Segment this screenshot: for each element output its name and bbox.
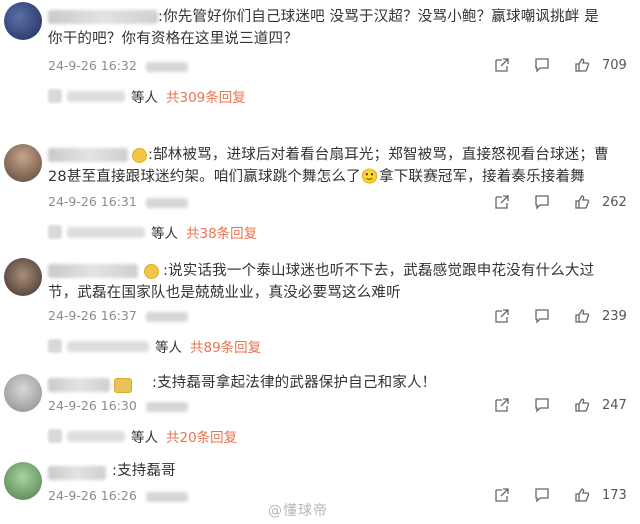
reply-summary[interactable]: 等人 共38条回复 <box>48 222 257 242</box>
share-icon[interactable] <box>486 485 518 505</box>
comment-text: :你先管好你们自己球迷吧 没骂于汉超？没骂小鲍？赢球嘲讽挑衅 是你干的吧？你有资… <box>48 9 600 47</box>
avatar[interactable] <box>4 462 42 500</box>
comment-3: :说实话我一个泰山球迷也听不下去，武磊感觉跟申花没有什么大过节，武磊在国家队也是… <box>0 254 640 364</box>
share-icon[interactable] <box>486 192 518 212</box>
reply-summary[interactable]: 等人 共89条回复 <box>48 336 261 356</box>
comment-actions: 709 <box>486 55 628 75</box>
reply-count-link[interactable]: 共20条回复 <box>166 426 237 446</box>
reply-username-blurred <box>67 340 149 352</box>
avatar[interactable] <box>4 2 42 40</box>
comment-icon[interactable] <box>526 395 558 415</box>
like-icon[interactable] <box>566 192 598 212</box>
comment-text: :支持磊哥 <box>112 463 176 479</box>
reply-summary[interactable]: 等人 共20条回复 <box>48 426 237 446</box>
comment-actions: 247 <box>486 395 628 415</box>
comment-icon[interactable] <box>526 192 558 212</box>
like-count: 173 <box>602 487 627 503</box>
comment-2: :郜林被骂，进球后对着看台扇耳光；郑智被骂，直接怒视看台球迷；曹28甚至直接跟球… <box>0 138 640 248</box>
reply-avatar <box>48 225 62 239</box>
reply-summary[interactable]: 等人 共309条回复 <box>48 86 246 106</box>
location-blurred <box>146 492 188 502</box>
reply-username-blurred <box>67 226 145 238</box>
comment-time: 24-9-26 16:26 <box>48 488 137 503</box>
reply-username-blurred <box>67 430 125 442</box>
reply-avatar <box>48 89 62 103</box>
like-count: 239 <box>602 308 627 324</box>
reply-avatar <box>48 339 62 353</box>
like-icon[interactable] <box>566 55 598 75</box>
reply-suffix: 等人 <box>155 340 182 356</box>
avatar[interactable] <box>4 258 42 296</box>
like-icon[interactable] <box>566 395 598 415</box>
like-count: 247 <box>602 397 627 413</box>
location-blurred <box>146 62 188 72</box>
like-count: 262 <box>602 194 627 210</box>
comment-actions: 173 <box>486 485 628 505</box>
comment-time: 24-9-26 16:30 <box>48 398 137 413</box>
comment-icon[interactable] <box>526 306 558 326</box>
reply-avatar <box>48 429 62 443</box>
reply-suffix: 等人 <box>131 430 158 446</box>
reply-username-blurred <box>67 90 125 102</box>
share-icon[interactable] <box>486 55 518 75</box>
location-blurred <box>146 312 188 322</box>
comment-time: 24-9-26 16:37 <box>48 308 137 323</box>
comment-actions: 239 <box>486 306 628 326</box>
share-icon[interactable] <box>486 306 518 326</box>
like-count: 709 <box>602 57 627 73</box>
comment-text: :支持磊哥拿起法律的武器保护自己和家人！ <box>152 375 437 391</box>
comment-text: :郜林被骂，进球后对着看台扇耳光；郑智被骂，直接怒视看台球迷；曹28甚至直接跟球… <box>48 147 609 185</box>
location-blurred <box>146 402 188 412</box>
reply-count-link[interactable]: 共309条回复 <box>166 86 246 106</box>
reply-suffix: 等人 <box>131 90 158 106</box>
comment-time: 24-9-26 16:31 <box>48 194 137 209</box>
reply-count-link[interactable]: 共38条回复 <box>186 222 257 242</box>
comment-icon[interactable] <box>526 485 558 505</box>
comment-4: :支持磊哥拿起法律的武器保护自己和家人！ 24-9-26 16:30 247 等… <box>0 370 640 450</box>
avatar[interactable] <box>4 144 42 182</box>
reply-suffix: 等人 <box>151 226 178 242</box>
comment-1: :你先管好你们自己球迷吧 没骂于汉超？没骂小鲍？赢球嘲讽挑衅 是你干的吧？你有资… <box>0 0 640 120</box>
comment-text: :说实话我一个泰山球迷也听不下去，武磊感觉跟申花没有什么大过节，武磊在国家队也是… <box>48 263 595 301</box>
comment-actions: 262 <box>486 192 628 212</box>
comment-icon[interactable] <box>526 55 558 75</box>
comment-time: 24-9-26 16:32 <box>48 58 137 73</box>
like-icon[interactable] <box>566 485 598 505</box>
reply-count-link[interactable]: 共89条回复 <box>190 336 261 356</box>
like-icon[interactable] <box>566 306 598 326</box>
share-icon[interactable] <box>486 395 518 415</box>
location-blurred <box>146 198 188 208</box>
watermark: @懂球帝 <box>268 503 328 519</box>
avatar[interactable] <box>4 374 42 412</box>
